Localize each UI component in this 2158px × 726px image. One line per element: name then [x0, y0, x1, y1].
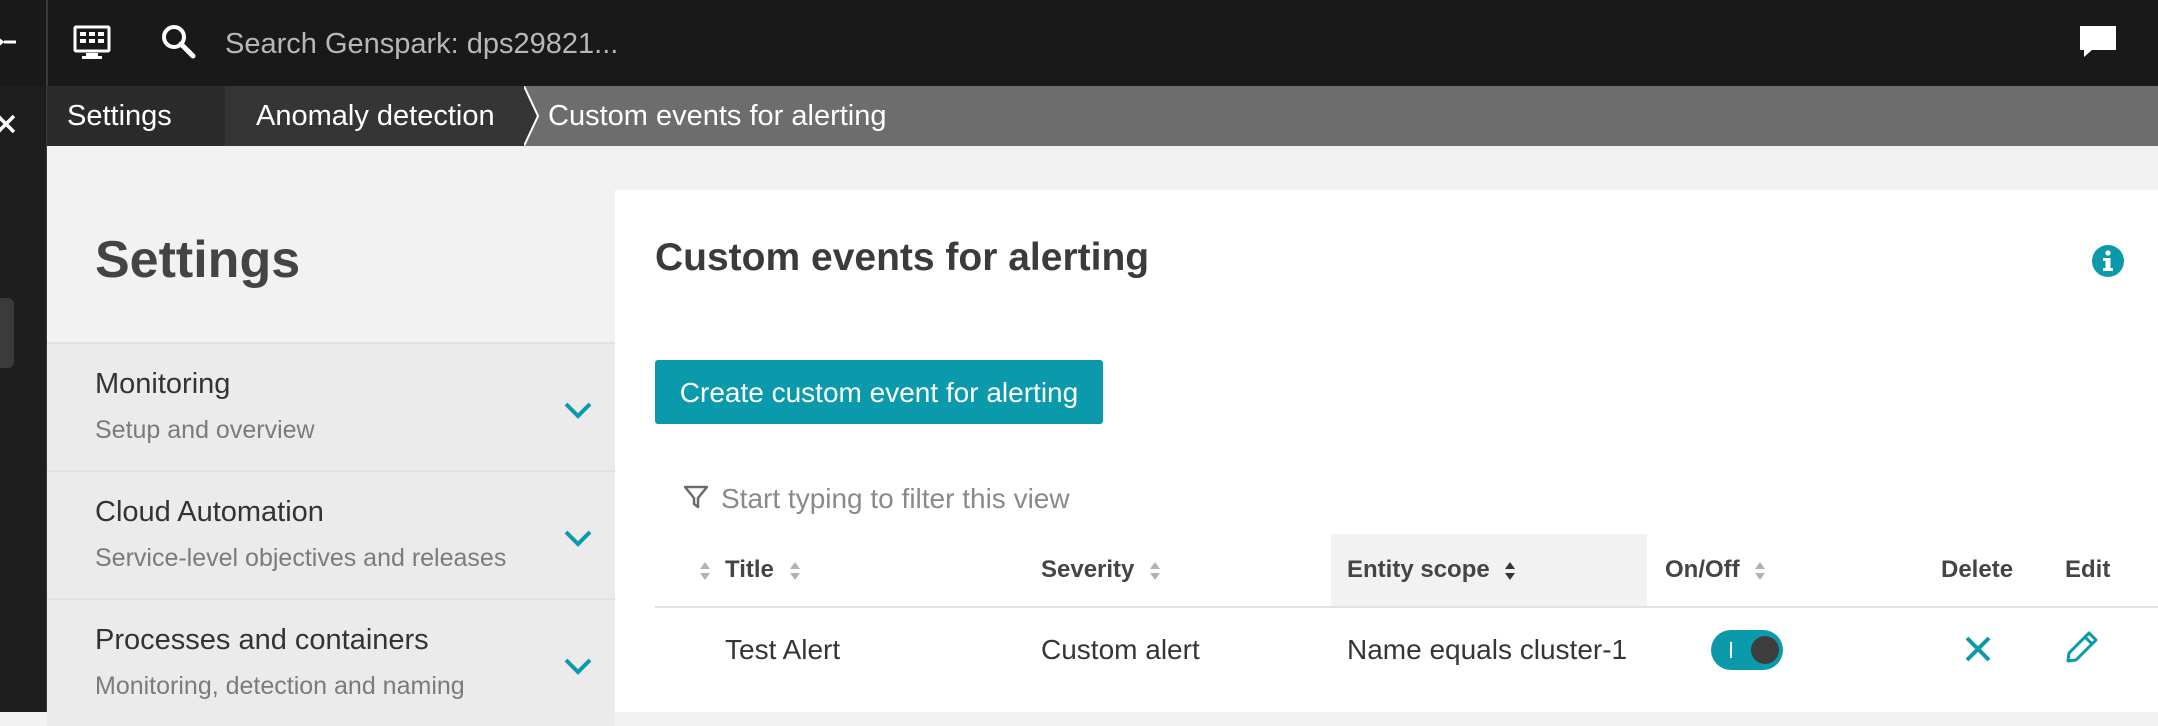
column-header-label: Title: [725, 556, 774, 583]
column-header-on-off[interactable]: On/Off: [1665, 534, 1766, 606]
section-subtitle: Setup and overview: [95, 416, 315, 444]
chat-icon[interactable]: [2078, 24, 2118, 60]
column-header-title[interactable]: Title: [725, 534, 801, 606]
sort-handle[interactable]: [691, 534, 711, 606]
left-rail: [0, 0, 47, 712]
sidebar-section-cloud-automation[interactable]: Cloud Automation Service-level objective…: [47, 470, 615, 598]
sort-icon: [1755, 561, 1766, 580]
sort-icon: [789, 561, 800, 580]
main-panel: Custom events for alerting Create custom…: [615, 190, 2158, 712]
search-icon[interactable]: [159, 22, 199, 62]
sort-icon: [1150, 561, 1161, 580]
column-header-label: On/Off: [1665, 556, 1740, 583]
section-subtitle: Monitoring, detection and naming: [95, 672, 465, 700]
filter-icon: [683, 485, 709, 509]
delete-icon[interactable]: [1963, 634, 1993, 664]
filter-input[interactable]: [719, 476, 1423, 522]
section-title: Processes and containers: [95, 624, 429, 656]
collapse-icon[interactable]: [0, 20, 16, 64]
toggle-knob: [1751, 636, 1779, 664]
info-icon[interactable]: [2091, 244, 2125, 278]
sidebar-heading: Settings: [95, 231, 301, 289]
sidebar-section-processes-containers[interactable]: Processes and containers Monitoring, det…: [47, 598, 615, 726]
sort-icon: [1505, 561, 1516, 580]
topbar-divider: [47, 0, 48, 86]
create-custom-event-button[interactable]: Create custom event for alerting: [655, 360, 1103, 424]
search-input[interactable]: [223, 20, 927, 68]
column-header-delete: Delete: [1941, 556, 2014, 583]
cell-title: Test Alert: [725, 634, 841, 665]
table-row: Test Alert Custom alert Name equals clus…: [655, 608, 2158, 692]
chevron-down-icon[interactable]: [563, 528, 593, 548]
cell-severity: Custom alert: [1041, 634, 1200, 665]
table-header: Title Severity Entity scope On/Off Delet…: [655, 534, 2158, 608]
on-off-toggle[interactable]: [1711, 630, 1783, 670]
column-header-label: Entity scope: [1347, 556, 1490, 583]
breadcrumb: Settings Anomaly detection Custom events…: [47, 86, 2158, 146]
chevron-down-icon[interactable]: [563, 656, 593, 676]
close-icon[interactable]: [0, 104, 20, 144]
column-header-label: Severity: [1041, 556, 1135, 583]
edit-icon[interactable]: [2065, 630, 2099, 664]
settings-sidebar: Settings Monitoring Setup and overview C…: [47, 146, 615, 726]
breadcrumb-settings[interactable]: Settings: [47, 86, 230, 146]
chevron-down-icon[interactable]: [563, 400, 593, 420]
column-header-entity-scope[interactable]: Entity scope: [1331, 534, 1647, 606]
breadcrumb-anomaly-detection[interactable]: Anomaly detection: [225, 86, 524, 146]
column-header-severity[interactable]: Severity: [1041, 534, 1161, 606]
cell-entity-scope: Name equals cluster-1: [1347, 634, 1628, 665]
rail-tab[interactable]: [0, 298, 14, 368]
monitor-icon[interactable]: [71, 24, 115, 62]
page-title: Custom events for alerting: [655, 236, 1150, 279]
toggle-on-indicator: [1730, 642, 1732, 658]
section-title: Cloud Automation: [95, 496, 324, 528]
section-title: Monitoring: [95, 368, 231, 400]
sort-icon: [700, 561, 710, 580]
top-bar: [47, 0, 2158, 86]
section-subtitle: Service-level objectives and releases: [95, 544, 507, 572]
breadcrumb-current: Custom events for alerting: [548, 100, 887, 132]
sidebar-section-monitoring[interactable]: Monitoring Setup and overview: [47, 342, 615, 470]
column-header-edit: Edit: [2065, 556, 2111, 583]
